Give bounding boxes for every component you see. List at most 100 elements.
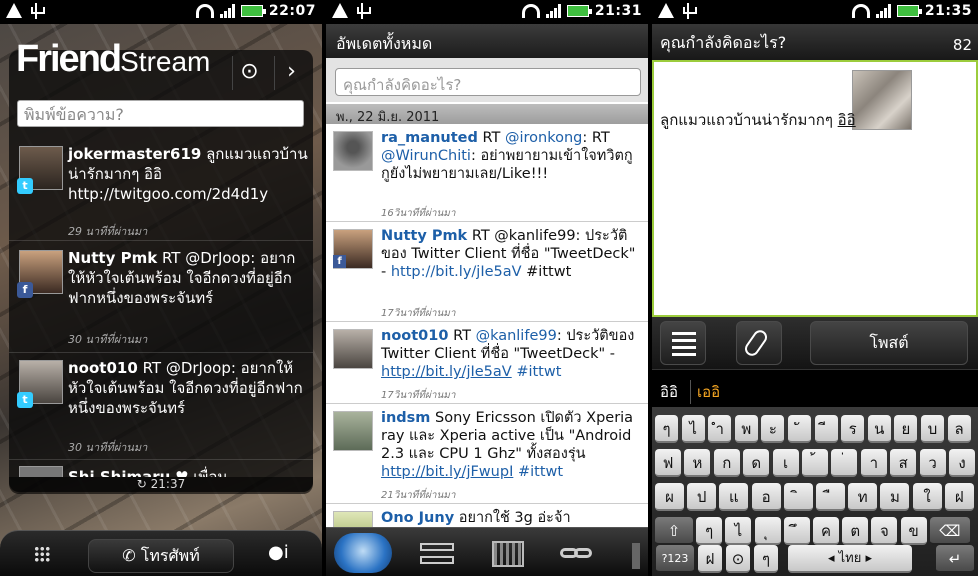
tab-people[interactable] [334, 533, 392, 573]
key[interactable]: ผ [655, 483, 684, 511]
services-button[interactable] [660, 321, 706, 365]
suggestion-item[interactable]: อิอิ [660, 380, 678, 404]
key[interactable]: ิ [783, 483, 813, 511]
key[interactable]: พ [734, 415, 758, 443]
tab-links[interactable] [548, 533, 606, 573]
user-name[interactable]: Ono Juny [381, 510, 454, 526]
key[interactable]: น [867, 415, 891, 443]
key[interactable]: ย [894, 415, 918, 443]
key[interactable]: ร [841, 415, 865, 443]
key[interactable]: ่ [831, 449, 858, 477]
key[interactable]: เ [772, 449, 799, 477]
status-input[interactable]: พิมพ์ข้อความ? [17, 100, 304, 127]
stream-item[interactable]: t noot010 RT @DrJoop: อยากให้หัวใจเต้นพร… [17, 356, 307, 456]
space-key[interactable]: ◂ ไทย ▸ [788, 545, 912, 573]
key[interactable]: ส [890, 449, 917, 477]
key[interactable]: ึ [783, 517, 810, 545]
mention-link[interactable]: @kanlife99 [476, 328, 557, 344]
url-link[interactable]: http://bit.ly/jIe5aV [391, 264, 522, 280]
timestamp: 21วินาทีที่ผ่านมา [381, 490, 456, 501]
phone-button[interactable]: ✆ โทรศัพท์ [88, 539, 234, 573]
keyboard-row: ?123 ฝ ⊙ ๆ ◂ ไทย ▸ ↵ [652, 545, 978, 575]
user-name[interactable]: Nutty Pmk [381, 228, 467, 244]
timestamp: 30 นาทีที่ผ่านมา [68, 441, 148, 454]
user-name[interactable]: ra_manuted [381, 130, 478, 146]
key[interactable]: ั [788, 415, 811, 443]
key[interactable]: ง [949, 449, 975, 477]
key[interactable]: ุ [754, 517, 781, 545]
tweet-row[interactable]: indsm Sony Ericsson เปิดตัว Xperia ray แ… [326, 404, 648, 504]
tweet-row[interactable]: Ono Juny อยากใช้ 3g อ่ะจ้า [326, 504, 648, 527]
key[interactable]: ไ [725, 517, 752, 545]
shift-key[interactable]: ⇧ [655, 517, 693, 545]
key[interactable]: บ [921, 415, 944, 443]
key[interactable]: ฝ [944, 483, 974, 511]
key[interactable]: ค [813, 517, 839, 545]
keyboard-row: ผปแอิืทมใฝ [652, 483, 978, 513]
tab-photos[interactable] [478, 533, 536, 573]
status-bar: 21:35 [652, 0, 978, 24]
key[interactable]: ้ [802, 449, 828, 477]
suggestion-item[interactable]: เออิ [690, 380, 720, 404]
tab-messages[interactable] [408, 533, 466, 573]
key[interactable]: ำ [708, 415, 732, 443]
key[interactable]: ต [842, 517, 869, 545]
url-link[interactable]: http://bit.ly/jIe5aV [381, 364, 512, 380]
key[interactable]: ก [713, 449, 740, 477]
key[interactable]: ห [684, 449, 711, 477]
key[interactable]: ๆ [754, 545, 778, 573]
user-name[interactable]: noot010 [381, 328, 448, 344]
key[interactable]: แ [719, 483, 749, 511]
key[interactable]: ไ [681, 415, 705, 443]
key[interactable]: ี [814, 415, 838, 443]
key[interactable]: ม [880, 483, 910, 511]
key[interactable]: ด [743, 449, 770, 477]
key[interactable]: ะ [761, 415, 785, 443]
status-input[interactable]: คุณกำลังคิดอะไร? [335, 68, 641, 96]
key[interactable]: จ [871, 517, 898, 545]
key[interactable]: ๆ [696, 517, 723, 545]
symbols-key[interactable]: ?123 [656, 545, 694, 573]
stream-item[interactable]: t jokermaster619 ลูกแมวแถวบ้านน่ารักมากๆ… [17, 142, 308, 238]
backspace-key[interactable]: ⌫ [929, 517, 970, 545]
location-pin-icon[interactable]: ⊙ [232, 56, 266, 90]
refresh-time[interactable]: ↻ 21:37 [9, 477, 313, 494]
stream-item[interactable]: f Nutty Pmk RT @DrJoop: อยากให้หัวใจเต้น… [17, 246, 307, 346]
attached-photo[interactable] [852, 70, 912, 130]
url-link[interactable]: http://bit.ly/jFwupI [381, 464, 513, 480]
key[interactable]: ๆ [655, 415, 678, 443]
hashtag[interactable]: #ittwt [526, 264, 571, 280]
enter-key[interactable]: ↵ [936, 545, 974, 573]
key[interactable]: ื [816, 483, 845, 511]
key[interactable]: ว [919, 449, 946, 477]
key[interactable]: ฝ [698, 545, 722, 573]
key[interactable]: ข [900, 517, 927, 545]
user-name[interactable]: indsm [381, 410, 430, 426]
tweet-row[interactable]: f Nutty Pmk RT @kanlife99: ประวัติของ Tw… [326, 222, 648, 322]
chevron-right-icon[interactable]: › [274, 56, 308, 90]
app-drawer-icon[interactable] [34, 546, 50, 562]
key[interactable]: ล [947, 415, 971, 443]
key[interactable]: อ [751, 483, 781, 511]
camera-key[interactable]: ⊙ [726, 545, 750, 573]
tweet-row[interactable]: ra_manuted RT @ironkong: RT @WirunChiti:… [326, 124, 648, 222]
attach-button[interactable] [736, 321, 782, 365]
tab-more[interactable] [618, 533, 648, 573]
compose-textarea[interactable]: ลูกแมวแถวบ้านน่ารักมากๆ อิอิ [652, 60, 978, 317]
mention-link[interactable]: @ironkong [505, 130, 582, 146]
avatar [333, 511, 373, 527]
wifi-icon [521, 4, 540, 18]
key[interactable]: ฟ [655, 449, 681, 477]
bottom-tab-bar [326, 527, 648, 576]
hashtag[interactable]: #ittwt [516, 364, 561, 380]
key[interactable]: ใ [912, 483, 942, 511]
stream-item[interactable]: Shi Shimaru ♥ เพื่อน [17, 462, 307, 477]
personalize-icon[interactable]: ●i [268, 542, 289, 563]
key[interactable]: ท [848, 483, 878, 511]
post-button[interactable]: โพสต์ [810, 321, 968, 365]
tweet-row[interactable]: noot010 RT @kanlife99: ประวัติของ Twitte… [326, 322, 648, 404]
key[interactable]: า [860, 449, 887, 477]
mention-link[interactable]: @WirunChiti [381, 148, 471, 164]
key[interactable]: ป [687, 483, 717, 511]
hashtag[interactable]: #ittwt [518, 464, 563, 480]
